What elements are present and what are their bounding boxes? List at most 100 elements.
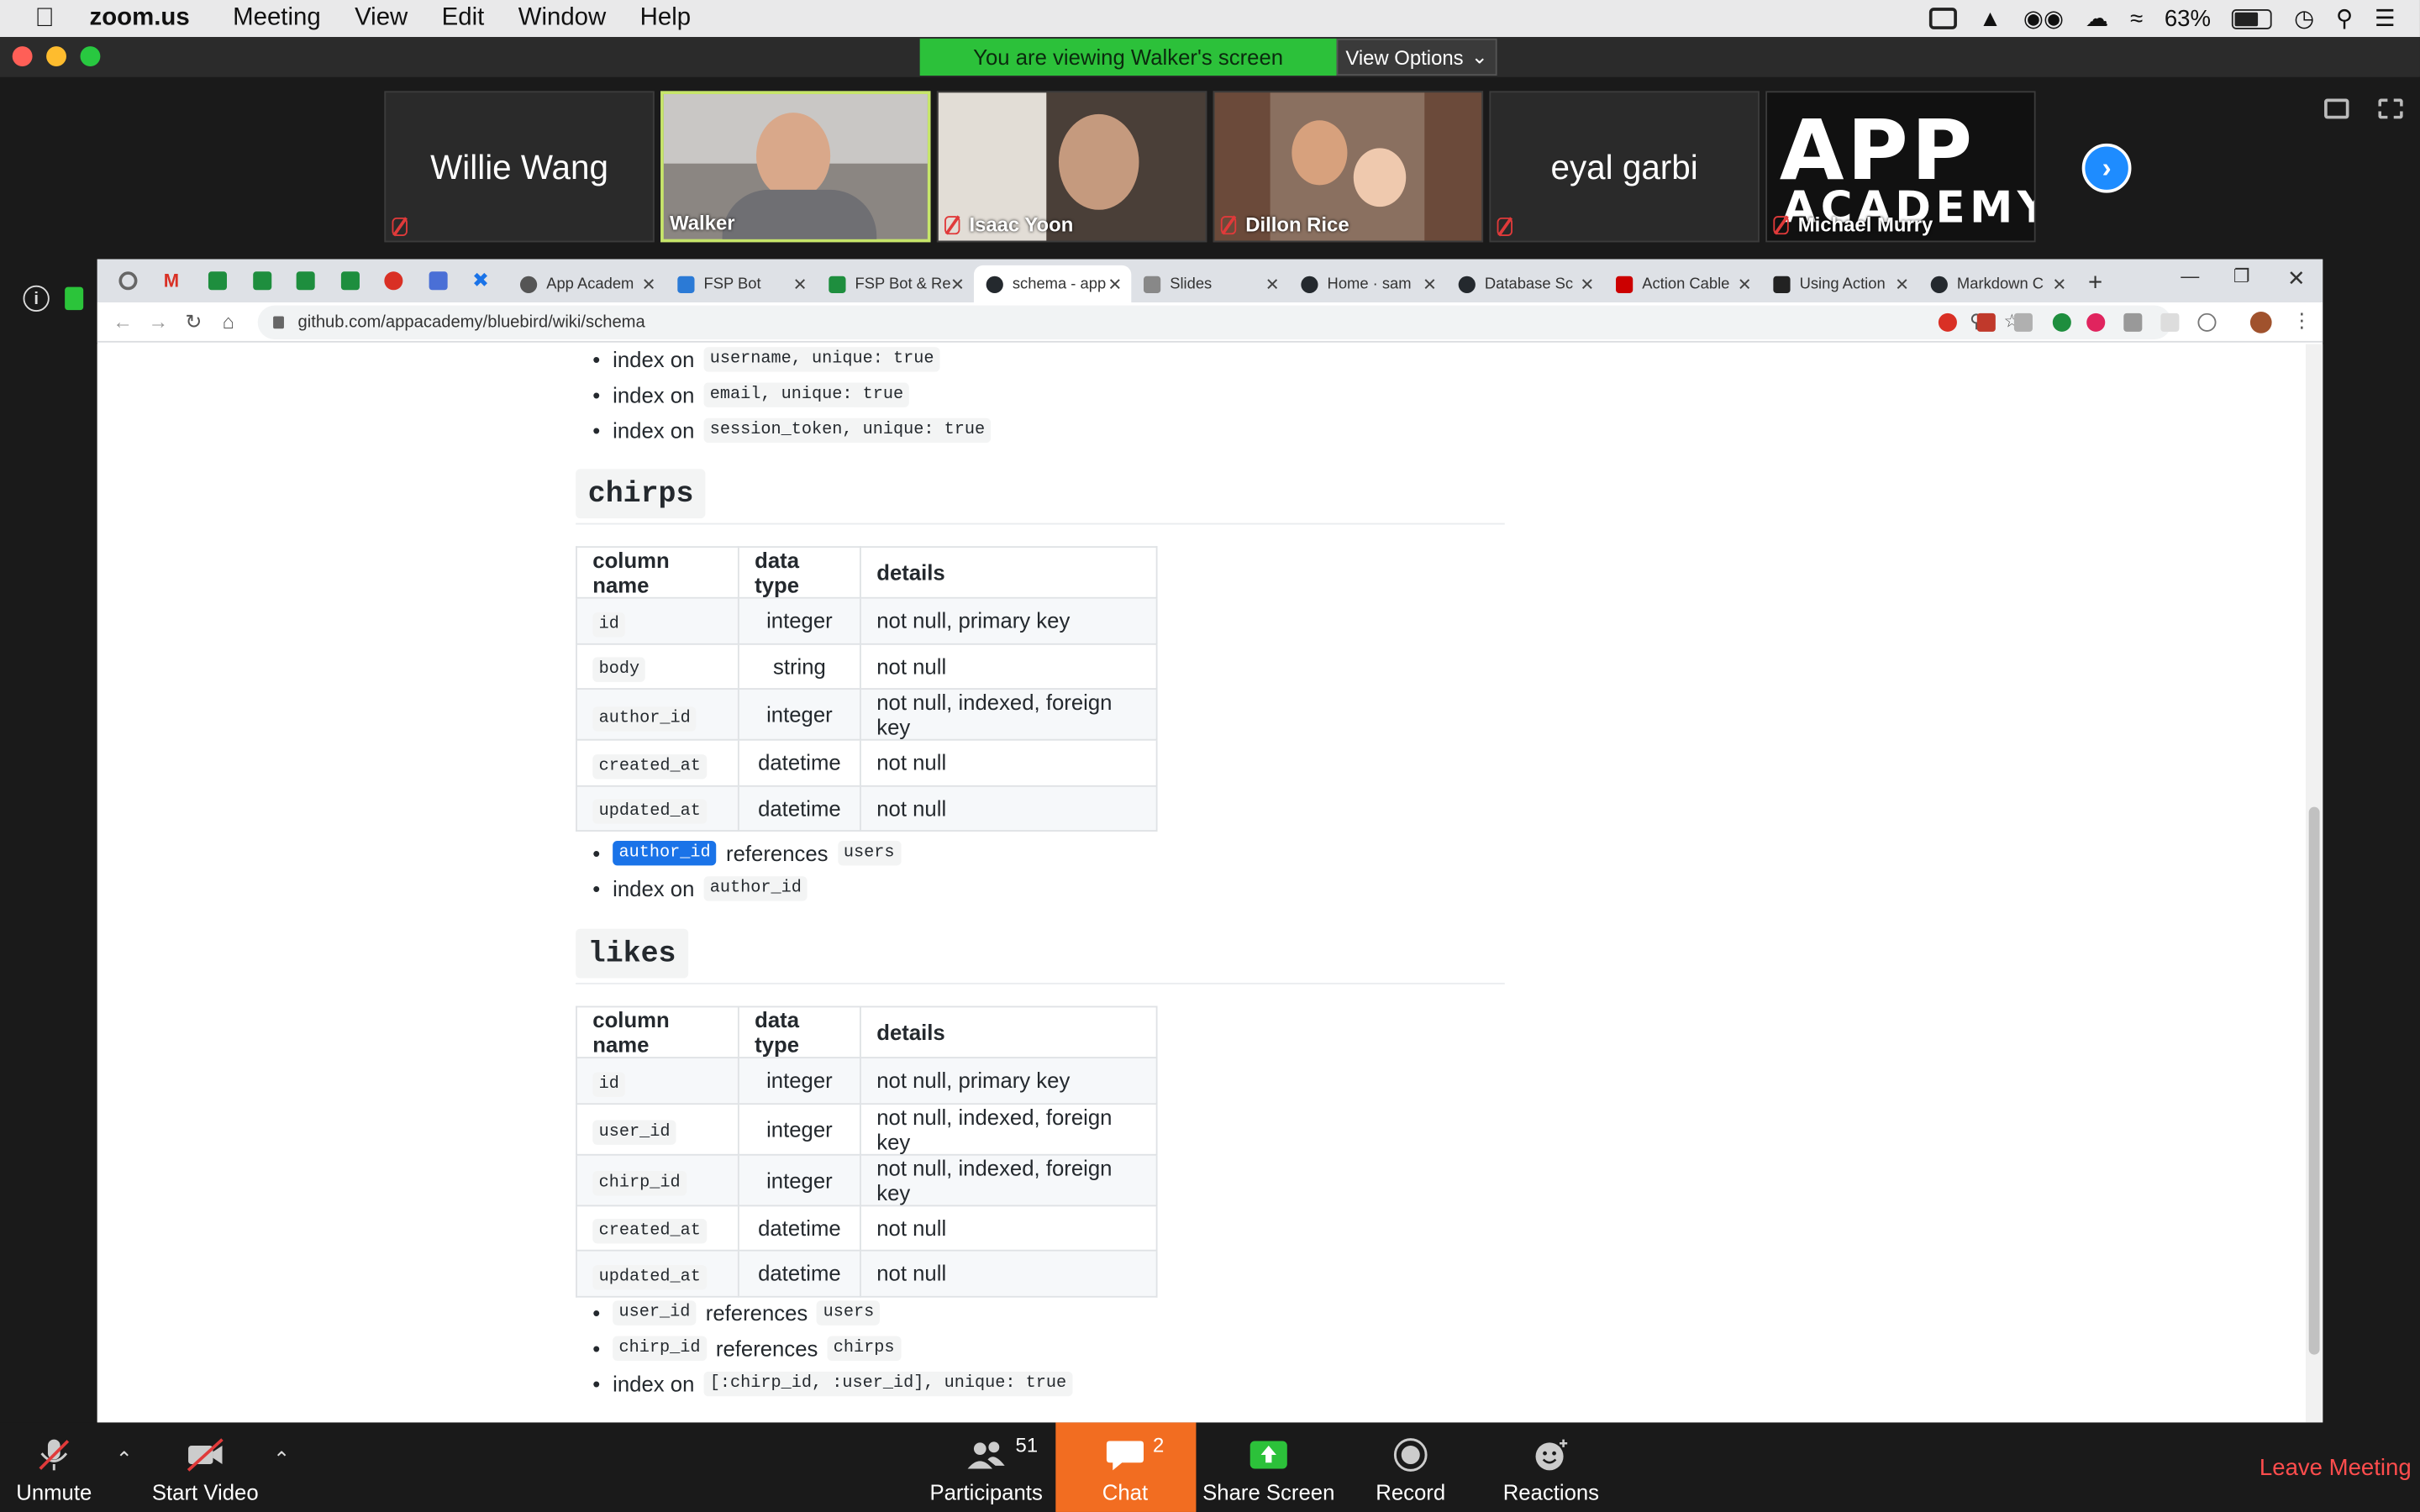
vlc-icon[interactable]: ▲ (1979, 5, 2002, 31)
close-tab-icon[interactable]: ✕ (1265, 274, 1280, 294)
cell-column-name: id (592, 612, 626, 638)
tab-fsp-bot-re[interactable]: FSP Bot & Re ✕ (817, 265, 974, 302)
chat-label: Chat (1102, 1479, 1149, 1504)
video-options-chevron-icon[interactable]: ⌃ (273, 1447, 290, 1472)
pinned-tab-globe-icon[interactable] (118, 271, 138, 291)
extension-icon[interactable] (2123, 312, 2143, 332)
table-row: chirp_id integer not null, indexed, foreig… (576, 1152, 1158, 1206)
menu-edit[interactable]: Edit (442, 5, 485, 33)
close-tab-icon[interactable]: ✕ (2052, 274, 2066, 294)
next-page-arrow-icon[interactable]: › (2081, 143, 2132, 193)
extension-icon[interactable] (2160, 312, 2180, 332)
pinned-tab-confluence-icon[interactable]: ✖ (472, 270, 491, 290)
close-tab-icon[interactable]: ✕ (1738, 274, 1752, 294)
close-tab-icon[interactable]: ✕ (1580, 274, 1594, 294)
extension-icon[interactable] (2197, 312, 2217, 332)
zoom-window-button[interactable] (80, 46, 101, 66)
reactions-button[interactable]: Reactions (1497, 1422, 1606, 1512)
tab-app-academy[interactable]: App Academ ✕ (508, 265, 665, 302)
reload-icon[interactable]: ↻ (185, 310, 202, 334)
close-window-button[interactable] (12, 46, 33, 66)
view-options-button[interactable]: View Options ⌄ (1336, 38, 1497, 76)
person-body (722, 189, 877, 239)
meeting-info-icon[interactable]: i (23, 285, 50, 312)
close-tab-icon[interactable]: ✕ (793, 274, 808, 294)
wifi-icon[interactable]: ≈ (2130, 5, 2143, 31)
lock-icon (273, 316, 284, 329)
extension-icon[interactable] (1976, 312, 1996, 332)
inline-code: author_id (703, 876, 808, 901)
tab-using-action[interactable]: Using Action ✕ (1761, 265, 1918, 302)
tab-markdown[interactable]: Markdown C ✕ (1918, 265, 2075, 302)
cloud-icon[interactable]: ☁ (2086, 5, 2109, 32)
more-menu-icon[interactable]: ⋮ (2291, 308, 2312, 333)
tab-home[interactable]: Home · sam ✕ (1289, 265, 1446, 302)
pinned-tab-sheets-icon[interactable] (340, 271, 360, 291)
address-bar[interactable]: github.com/appacademy/bluebird/wiki/sche… (257, 305, 2172, 340)
pinned-tab-angular-icon[interactable] (384, 271, 403, 291)
pinned-tab-sheets-icon[interactable] (296, 271, 315, 291)
pdf-extension-icon[interactable] (2013, 312, 2033, 332)
forward-arrow-icon[interactable]: → (148, 310, 168, 333)
glasses-icon[interactable]: ◉◉ (2023, 5, 2064, 32)
spotlight-search-icon[interactable]: ⚲ (2336, 5, 2353, 32)
participant-tile[interactable]: Isaac Yoon (936, 91, 1207, 243)
back-arrow-icon[interactable]: ← (113, 310, 133, 333)
close-tab-icon[interactable]: ✕ (642, 274, 656, 294)
record-button[interactable]: Record (1367, 1422, 1454, 1512)
encryption-lock-icon[interactable] (65, 286, 84, 311)
battery-icon[interactable] (2232, 8, 2273, 29)
close-tab-icon[interactable]: ✕ (1895, 274, 1909, 294)
menu-help[interactable]: Help (640, 5, 691, 33)
tab-database-schema[interactable]: Database Sc ✕ (1446, 265, 1603, 302)
clock-icon[interactable]: ◷ (2294, 5, 2314, 32)
tab-slides[interactable]: Slides ✕ (1131, 265, 1288, 302)
leave-meeting-button[interactable]: Leave Meeting (2260, 1455, 2412, 1481)
zoom-status-icon[interactable] (1929, 8, 1958, 29)
tab-action-cable[interactable]: Action Cable ✕ (1603, 265, 1760, 302)
cell-column-name: author_id (592, 706, 697, 731)
participant-tile-active-speaker[interactable]: Walker (660, 91, 931, 243)
fullscreen-icon[interactable] (2378, 98, 2403, 119)
battery-percent[interactable]: 63% (2165, 5, 2211, 31)
menu-window[interactable]: Window (518, 5, 607, 33)
close-tab-icon[interactable]: ✕ (1423, 274, 1437, 294)
profile-avatar[interactable] (2249, 312, 2272, 333)
new-tab-button[interactable]: + (2075, 265, 2112, 302)
scrollbar-thumb[interactable] (2308, 806, 2320, 1355)
pinned-tab-calendar-icon[interactable] (429, 271, 448, 291)
person-head (1058, 113, 1139, 210)
minimize-icon[interactable]: — (2181, 265, 2199, 287)
participant-tile[interactable]: Willie Wang (384, 91, 655, 243)
yelp-extension-icon[interactable] (2086, 312, 2106, 332)
pinned-tab-sheets-icon[interactable] (253, 271, 272, 291)
participant-tile[interactable]: Dillon Rice (1213, 91, 1484, 243)
close-tab-icon[interactable]: ✕ (950, 274, 965, 294)
menu-app-name[interactable]: zoom.us (90, 5, 190, 33)
minimize-window-button[interactable] (46, 46, 66, 66)
menu-view[interactable]: View (355, 5, 408, 33)
grammarly-extension-icon[interactable] (2052, 312, 2071, 332)
share-screen-button[interactable]: Share Screen (1201, 1422, 1337, 1512)
apple-menu-icon[interactable]:  (0, 3, 90, 34)
page-scrollbar[interactable] (2306, 344, 2323, 1423)
unmute-button[interactable]: Unmute (13, 1422, 96, 1512)
tab-schema-active[interactable]: schema - app ✕ (973, 265, 1132, 302)
participants-icon (967, 1441, 1005, 1469)
notification-center-icon[interactable]: ☰ (2375, 5, 2396, 32)
menu-meeting[interactable]: Meeting (233, 5, 321, 33)
restore-icon[interactable]: ❐ (2233, 265, 2250, 287)
participant-tile[interactable]: eyal garbi (1489, 91, 1760, 243)
audio-options-chevron-icon[interactable]: ⌃ (116, 1447, 133, 1472)
selected-inline-code[interactable]: author_id (613, 841, 718, 866)
participant-tile[interactable]: APP ACADEMY Michael Murry (1765, 91, 2036, 243)
adblock-extension-icon[interactable] (1938, 312, 1957, 332)
gallery-layout-icon[interactable] (2324, 98, 2349, 119)
tab-fsp-bot[interactable]: FSP Bot ✕ (666, 265, 817, 302)
home-icon[interactable]: ⌂ (222, 310, 234, 333)
pinned-tab-gmail-icon[interactable]: M (164, 271, 182, 290)
pinned-tab-sheets-icon[interactable] (208, 271, 227, 291)
close-icon[interactable]: ✕ (2287, 265, 2306, 291)
start-video-button[interactable]: Start Video (151, 1422, 260, 1512)
close-tab-icon[interactable]: ✕ (1107, 274, 1122, 294)
